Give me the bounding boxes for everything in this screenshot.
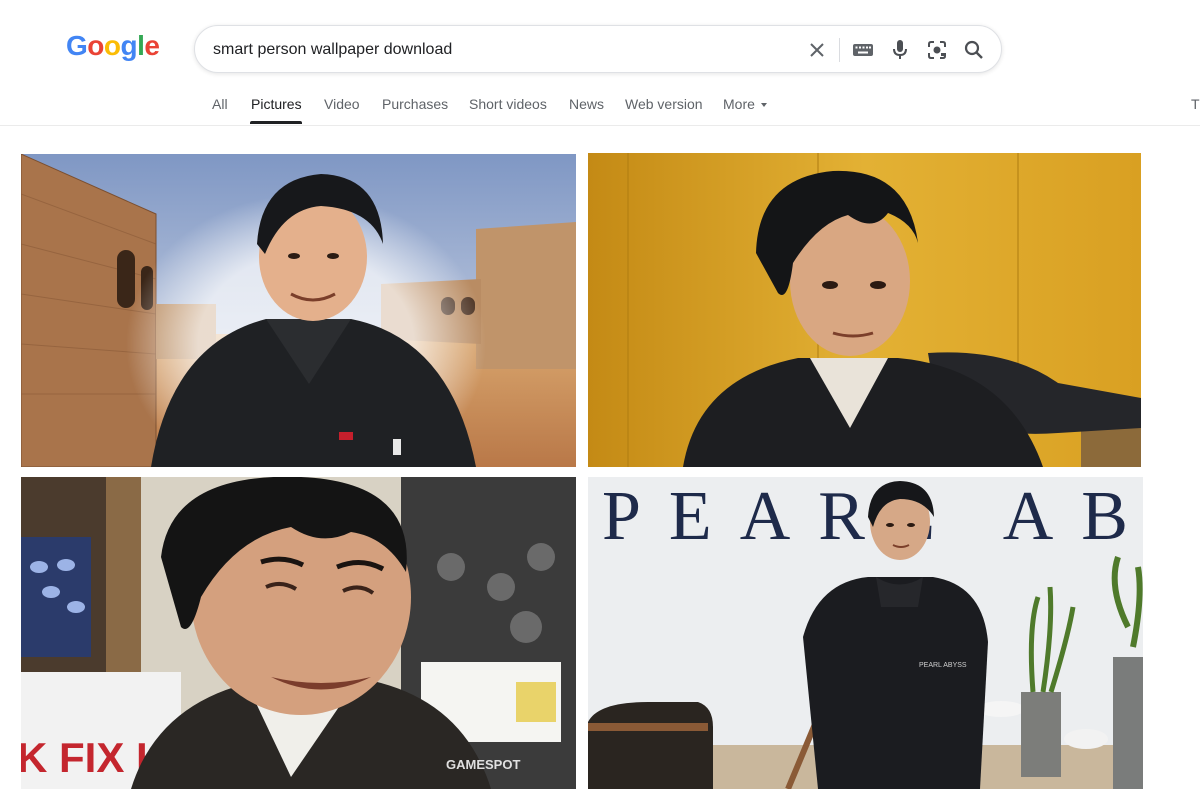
image-result-3[interactable]: K FIX K GAMESPOT — [21, 477, 576, 789]
divider — [839, 38, 840, 62]
image-result-1-picture — [21, 154, 576, 467]
image-result-4-picture: PEARL ABYSS PEARL ABYSS — [588, 477, 1143, 789]
tab-short-videos[interactable]: Short videos — [469, 96, 547, 112]
search-tabs: All Pictures Video Purchases Short video… — [0, 90, 1200, 126]
search-box — [194, 25, 1002, 73]
tab-more[interactable]: More — [723, 96, 767, 112]
tab-video[interactable]: Video — [324, 96, 360, 112]
header-divider — [0, 125, 1200, 126]
keyboard-icon[interactable] — [851, 38, 875, 62]
tab-purchases[interactable]: Purchases — [382, 96, 448, 112]
search-icon[interactable] — [962, 38, 986, 62]
image-result-4[interactable]: PEARL ABYSS PEARL ABYSS — [588, 477, 1143, 789]
tab-news[interactable]: News — [569, 96, 604, 112]
search-input[interactable] — [213, 38, 773, 62]
tab-all[interactable]: All — [212, 96, 228, 112]
jacket-logo-text: PEARL ABYSS — [919, 662, 967, 669]
clear-icon[interactable] — [805, 38, 829, 62]
gamespot-watermark: GAMESPOT — [446, 757, 520, 772]
image-result-1[interactable] — [21, 154, 576, 467]
tab-pictures[interactable]: Pictures — [251, 96, 302, 112]
tab-web-version[interactable]: Web version — [625, 96, 703, 112]
tab-more-label: More — [723, 96, 755, 112]
lens-icon[interactable] — [925, 38, 949, 62]
active-tab-indicator — [250, 121, 302, 124]
image-result-2[interactable] — [588, 153, 1141, 467]
image-result-3-picture: K FIX K GAMESPOT — [21, 477, 576, 789]
caret-down-icon — [760, 103, 767, 108]
image-result-2-picture — [588, 153, 1141, 467]
google-logo[interactable]: Google — [66, 30, 160, 62]
clipped-edge-text: T — [1191, 96, 1200, 112]
microphone-icon[interactable] — [888, 38, 912, 62]
header: Google All Pictures Video Purchases Shor… — [0, 0, 1200, 126]
